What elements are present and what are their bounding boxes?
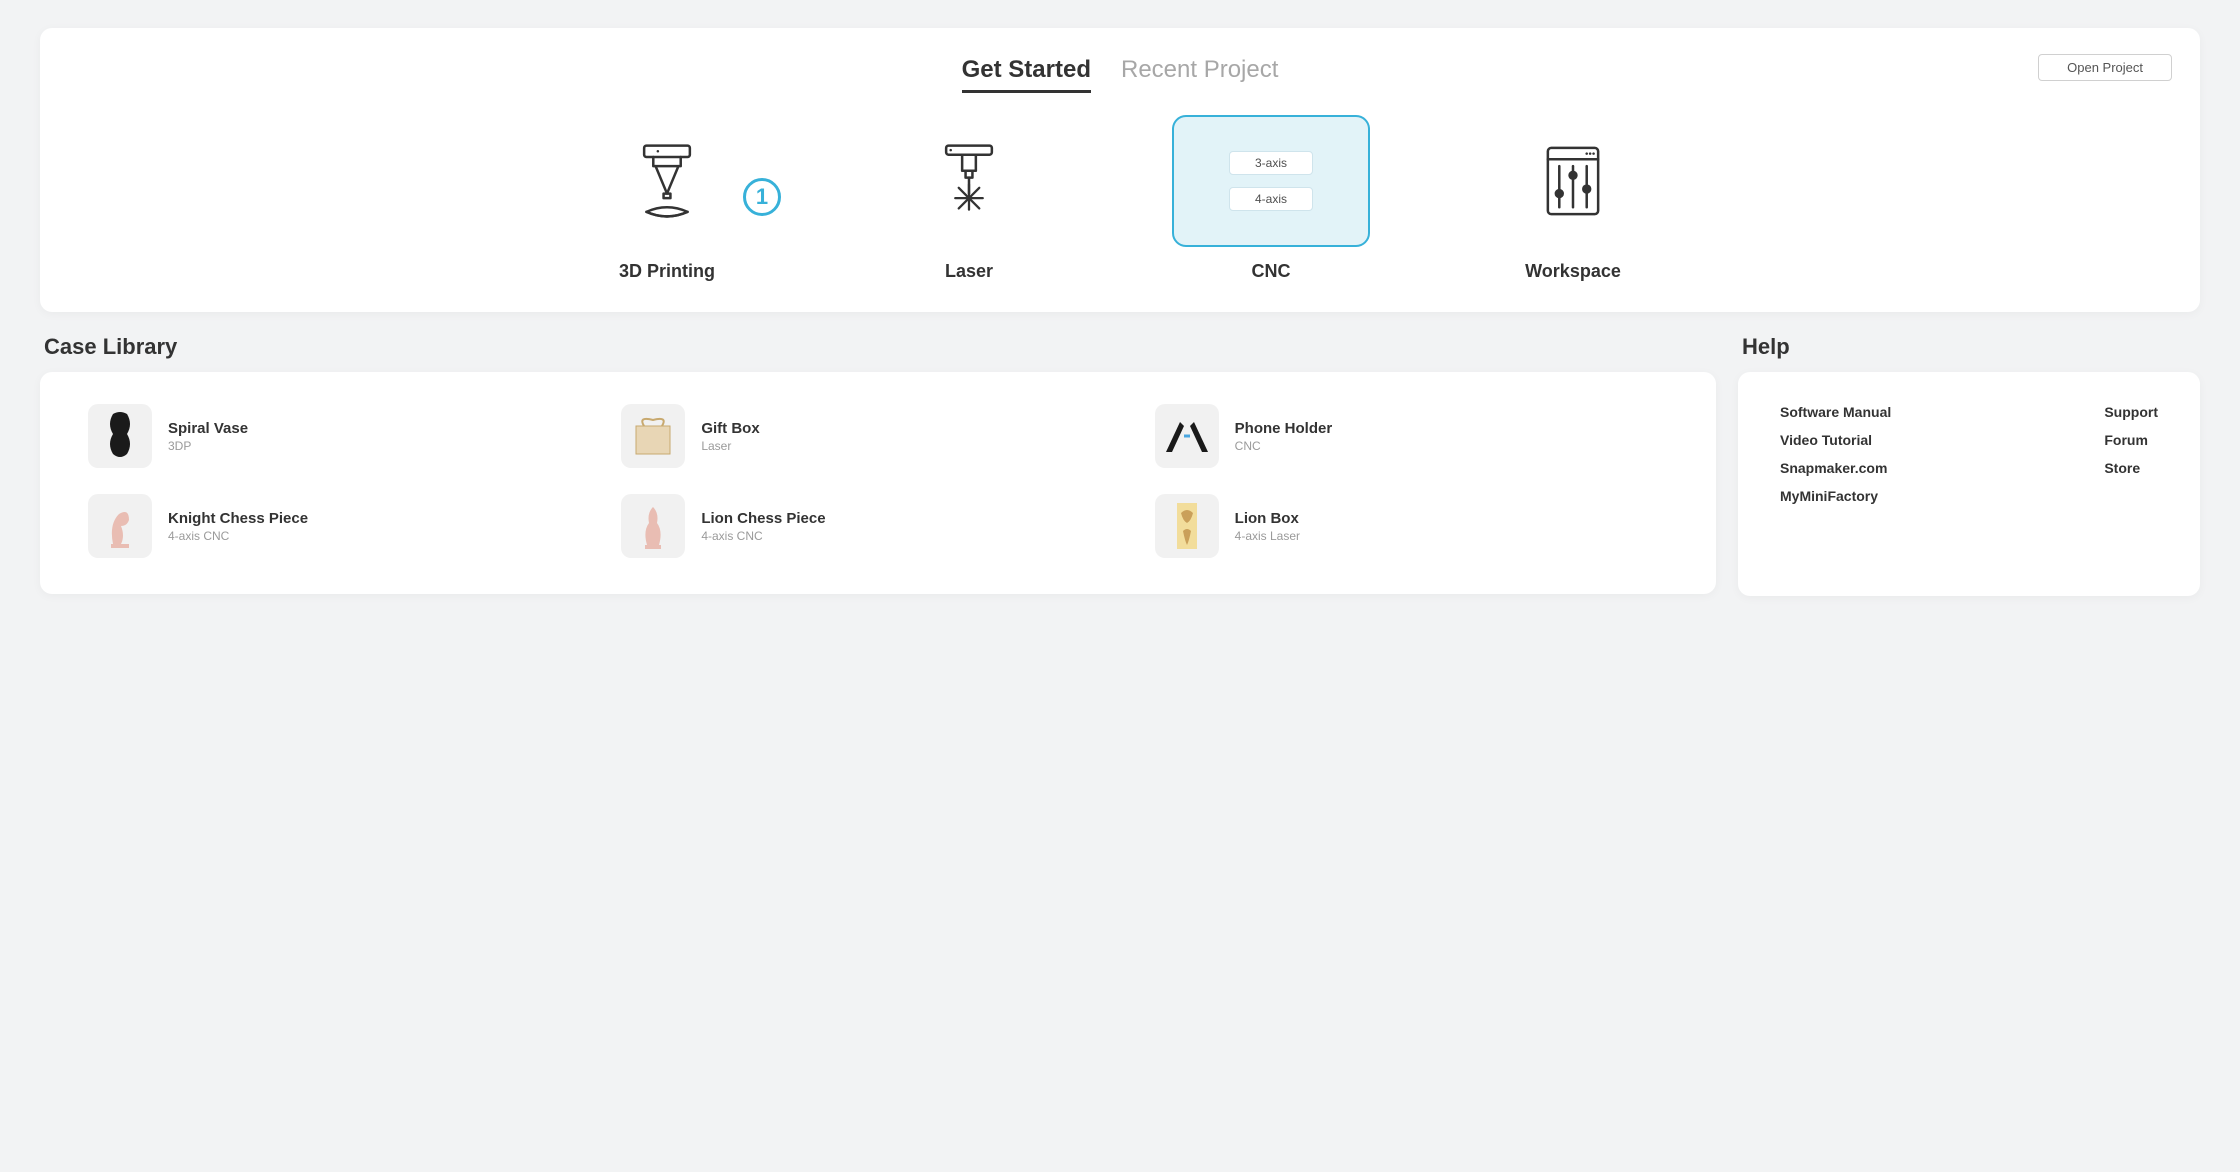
tile-label-3d-printing: 3D Printing: [619, 261, 715, 282]
tile-laser[interactable]: Laser: [870, 115, 1068, 282]
help-link-video-tutorial[interactable]: Video Tutorial: [1780, 432, 2064, 448]
case-name: Phone Holder: [1235, 420, 1333, 437]
open-project-button[interactable]: Open Project: [2038, 54, 2172, 81]
workspace-icon: [1474, 115, 1672, 247]
tab-recent-project[interactable]: Recent Project: [1121, 56, 1278, 93]
case-lion-chess-piece[interactable]: Lion Chess Piece 4-axis CNC: [621, 494, 1134, 558]
tile-workspace[interactable]: Workspace: [1474, 115, 1672, 282]
case-library-panel: Spiral Vase 3DP Gift Box Laser: [40, 372, 1716, 594]
tile-3d-printing[interactable]: 3D Printing: [568, 115, 766, 282]
lion-piece-icon: [621, 494, 685, 558]
case-name: Knight Chess Piece: [168, 510, 308, 527]
case-type: Laser: [701, 439, 759, 453]
mode-tile-row: 3D Printing Laser: [68, 115, 2172, 282]
case-name: Gift Box: [701, 420, 759, 437]
spiral-vase-icon: [88, 404, 152, 468]
tile-label-cnc: CNC: [1252, 261, 1291, 282]
printer-icon: [568, 115, 766, 247]
lion-box-icon: [1155, 494, 1219, 558]
case-name: Spiral Vase: [168, 420, 248, 437]
get-started-panel: Get Started Recent Project Open Project …: [40, 28, 2200, 312]
annotation-step-1: 1: [743, 178, 781, 216]
tab-get-started[interactable]: Get Started: [962, 56, 1091, 93]
case-phone-holder[interactable]: Phone Holder CNC: [1155, 404, 1668, 468]
case-knight-chess-piece[interactable]: Knight Chess Piece 4-axis CNC: [88, 494, 601, 558]
case-type: 3DP: [168, 439, 248, 453]
gift-box-icon: [621, 404, 685, 468]
case-name: Lion Chess Piece: [701, 510, 825, 527]
cnc-4-axis-button[interactable]: 4-axis: [1229, 187, 1313, 211]
help-link-software-manual[interactable]: Software Manual: [1780, 404, 2064, 420]
help-link-support[interactable]: Support: [2104, 404, 2158, 420]
help-link-myminifactory[interactable]: MyMiniFactory: [1780, 488, 2064, 504]
main-tabs: Get Started Recent Project: [68, 56, 2172, 93]
tile-label-laser: Laser: [945, 261, 993, 282]
case-type: CNC: [1235, 439, 1333, 453]
case-lion-box[interactable]: Lion Box 4-axis Laser: [1155, 494, 1668, 558]
tile-cnc[interactable]: 3-axis 4-axis CNC: [1172, 115, 1370, 282]
help-panel: Software Manual Video Tutorial Snapmaker…: [1738, 372, 2200, 596]
case-gift-box[interactable]: Gift Box Laser: [621, 404, 1134, 468]
help-title: Help: [1738, 334, 2200, 360]
case-name: Lion Box: [1235, 510, 1300, 527]
cnc-options-box: 3-axis 4-axis: [1172, 115, 1370, 247]
case-library-title: Case Library: [40, 334, 1716, 360]
help-link-snapmaker[interactable]: Snapmaker.com: [1780, 460, 2064, 476]
case-spiral-vase[interactable]: Spiral Vase 3DP: [88, 404, 601, 468]
phone-holder-icon: [1155, 404, 1219, 468]
help-link-store[interactable]: Store: [2104, 460, 2158, 476]
knight-icon: [88, 494, 152, 558]
tile-label-workspace: Workspace: [1525, 261, 1621, 282]
case-type: 4-axis CNC: [701, 529, 825, 543]
help-link-forum[interactable]: Forum: [2104, 432, 2158, 448]
case-type: 4-axis CNC: [168, 529, 308, 543]
cnc-3-axis-button[interactable]: 3-axis: [1229, 151, 1313, 175]
laser-icon: [870, 115, 1068, 247]
case-type: 4-axis Laser: [1235, 529, 1300, 543]
